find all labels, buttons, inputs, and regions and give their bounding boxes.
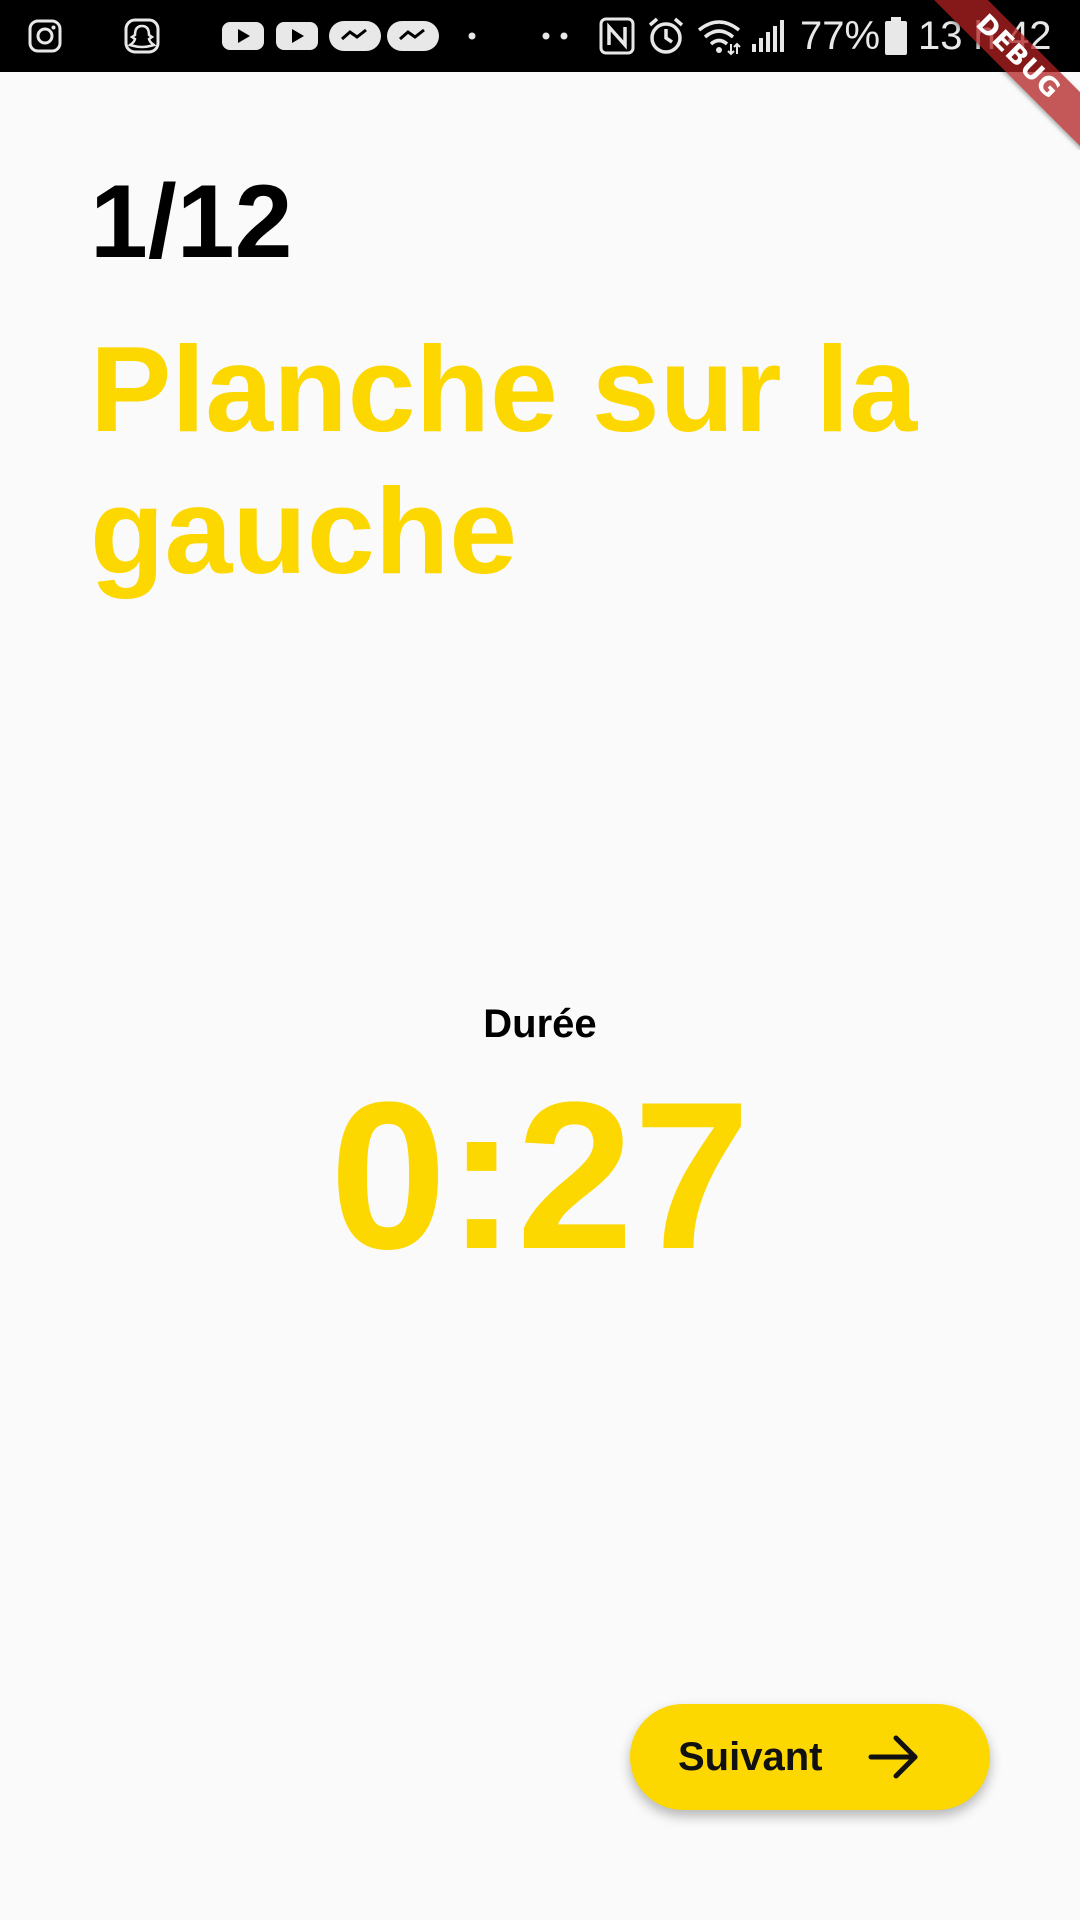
youtube-icon [274,0,320,72]
status-bar: 77% 13 h 42 [0,0,1080,72]
countdown-timer: 0:27 [329,1058,751,1293]
instagram-icon [24,0,66,72]
youtube-icon [220,0,266,72]
next-button-label: Suivant [678,1735,823,1779]
status-time: 13 h 42 [918,14,1052,58]
battery-icon [882,0,910,72]
messenger-icon [386,0,440,72]
alarm-icon [644,0,688,72]
nfc-icon [596,0,638,72]
battery-percent: 77% [800,14,881,58]
dot-icon [462,0,482,72]
snapchat-icon [120,0,168,72]
next-button[interactable]: Suivant [630,1704,990,1810]
messenger-icon [328,0,382,72]
exercise-title: Planche sur la gauche [90,321,918,599]
step-counter: 1/12 [90,164,293,280]
more-dots-icon [538,0,574,72]
wifi-icon [694,0,744,72]
signal-icon [748,0,790,72]
arrow-right-icon [868,1734,920,1780]
duration-label: Durée [483,1002,597,1046]
